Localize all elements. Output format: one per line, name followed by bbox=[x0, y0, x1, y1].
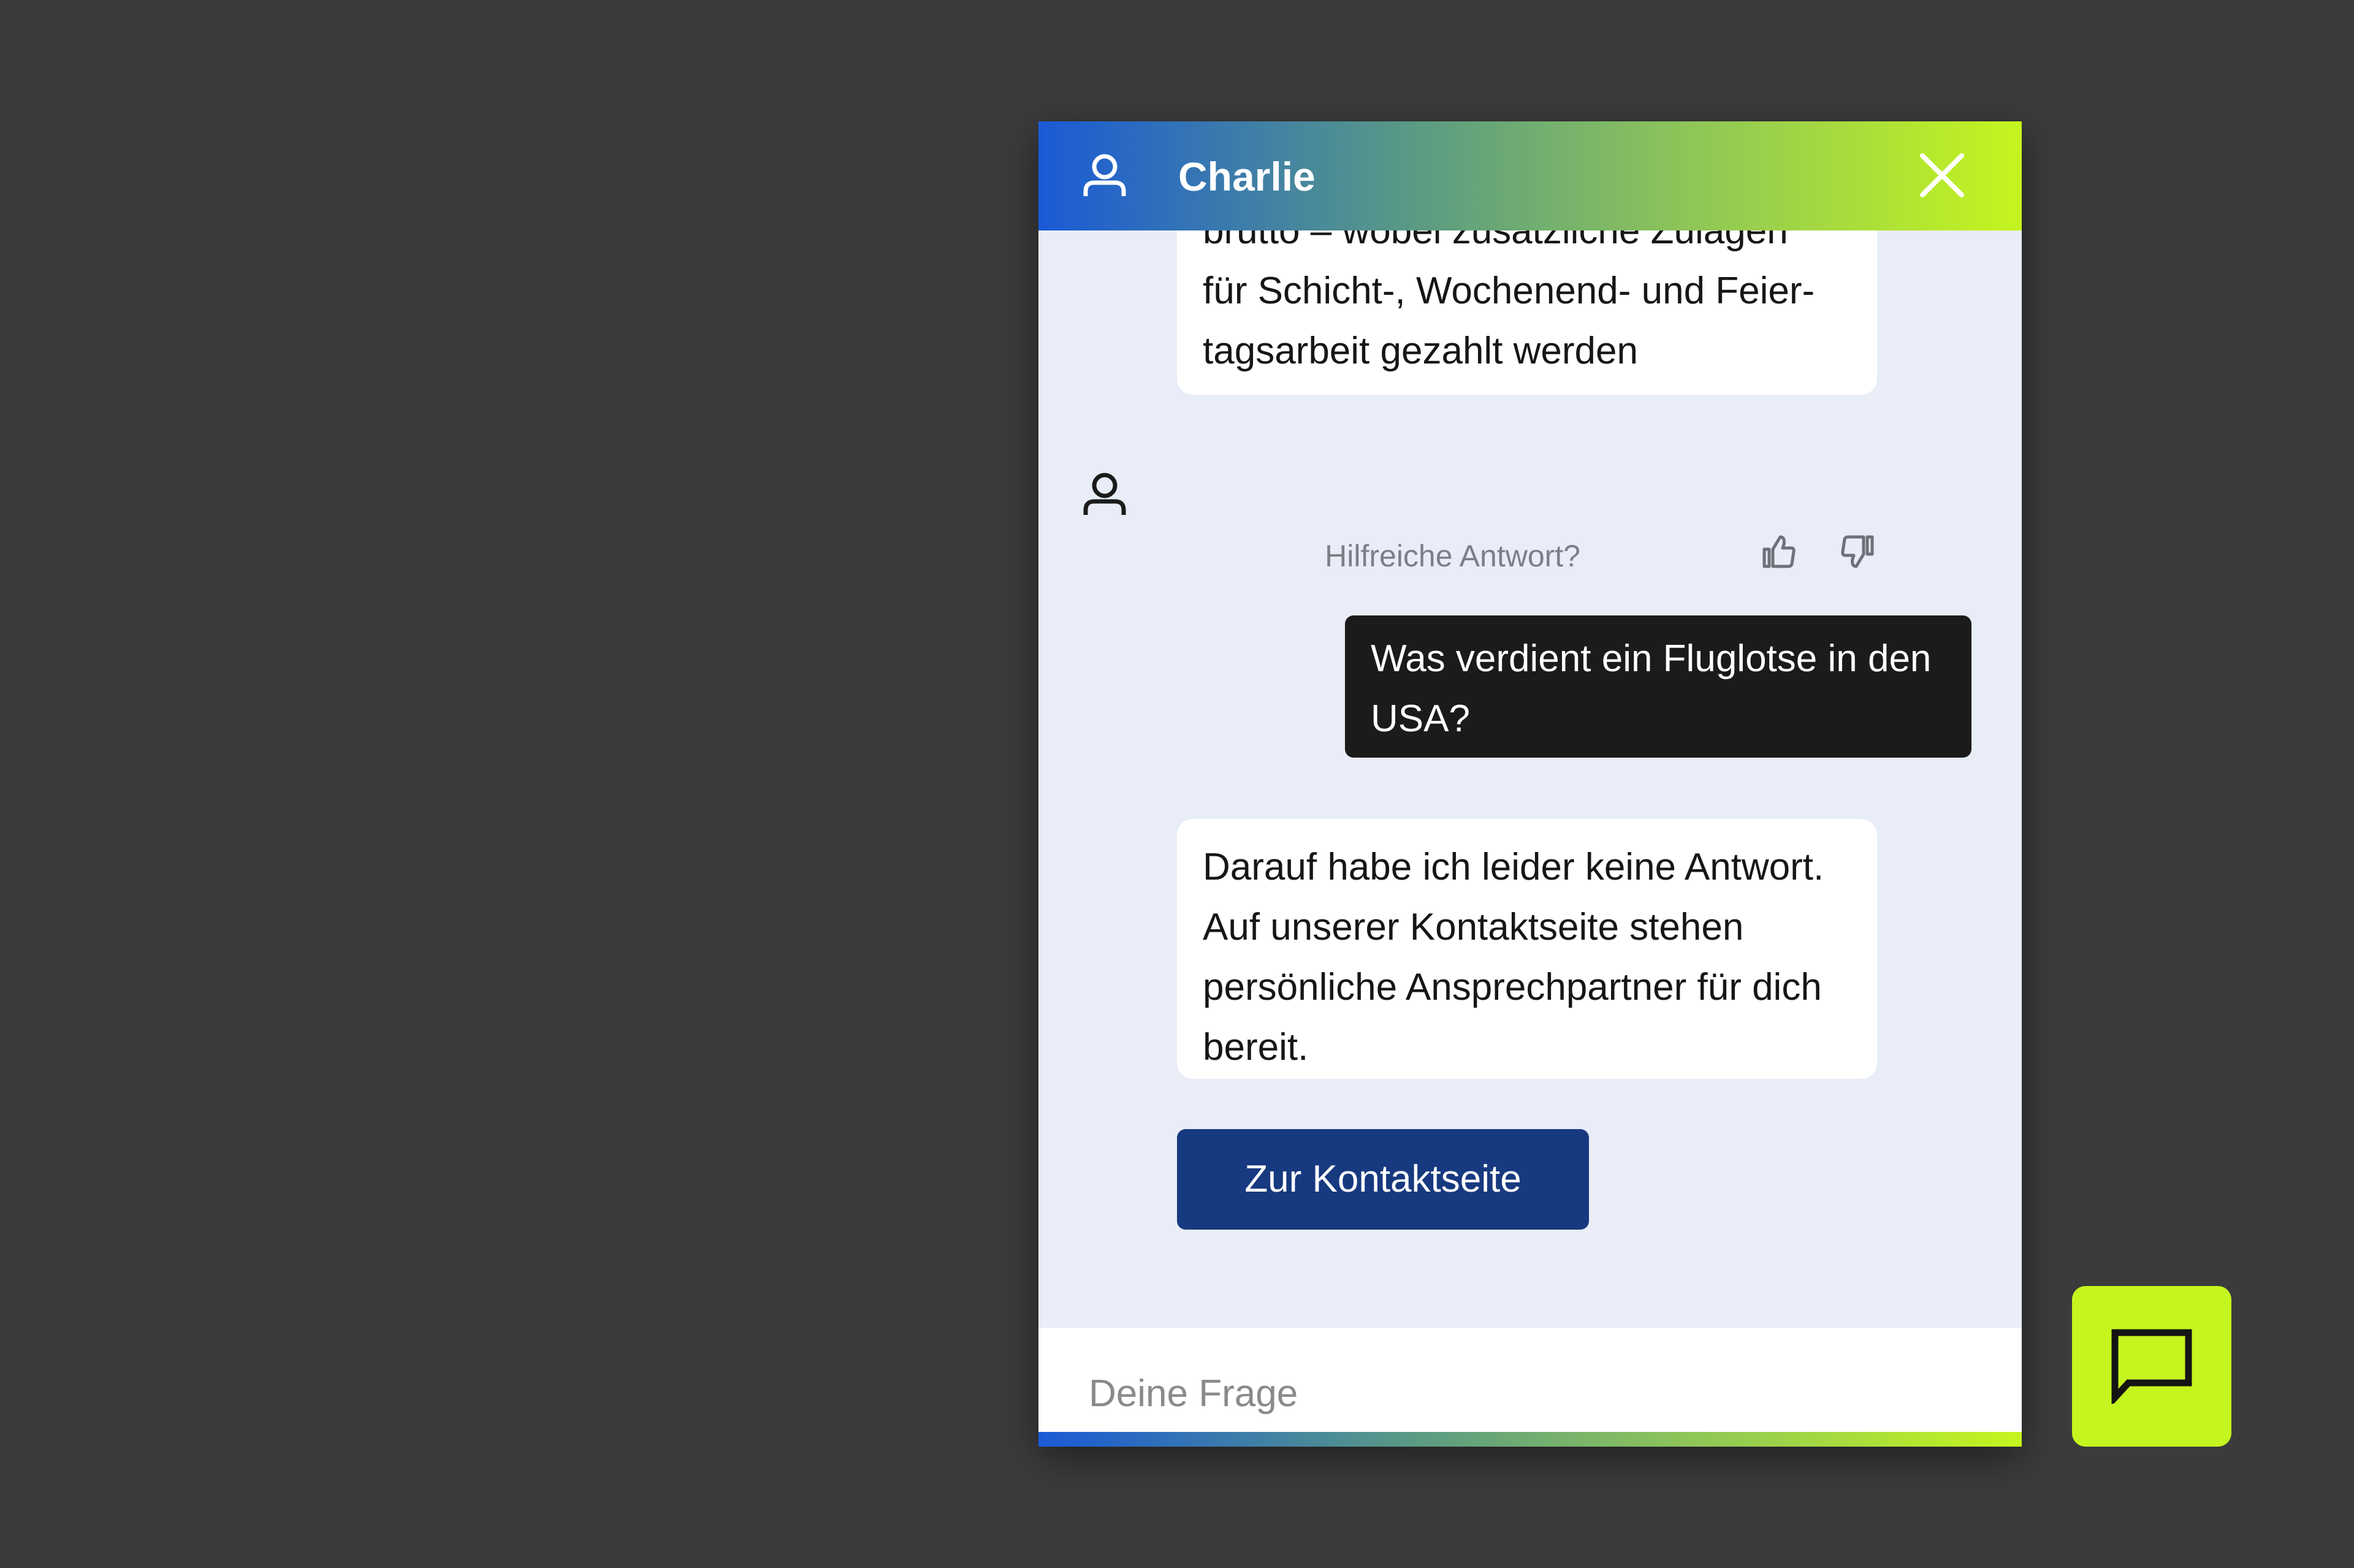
thumbs-up-icon[interactable] bbox=[1762, 533, 1796, 570]
bot-message-line: brutto – wobei zusätzliche Zulagen bbox=[1203, 230, 1788, 252]
chat-launcher-button[interactable] bbox=[2072, 1286, 2231, 1447]
user-icon bbox=[1083, 473, 1126, 515]
gradient-bar bbox=[1038, 1432, 2022, 1447]
chat-title: Charlie bbox=[1178, 154, 1316, 199]
bot-message: Darauf habe ich leider keine Ant­wort. A… bbox=[1177, 819, 1877, 1079]
bot-message-line: für Schicht-, Wochenend- und Feier- bbox=[1203, 270, 1815, 312]
chat-window: Charlie brutto – wobei zusätzliche Zulag… bbox=[1038, 121, 2022, 1447]
question-input[interactable] bbox=[1089, 1366, 1824, 1421]
user-message: Was verdient ein Fluglotse in den USA? bbox=[1345, 615, 1971, 758]
feedback-label: Hilfreiche Antwort? bbox=[1325, 539, 1580, 573]
feedback-row: Hilfreiche Antwort? bbox=[1038, 533, 1878, 576]
user-icon bbox=[1083, 154, 1126, 196]
message-list[interactable]: brutto – wobei zusätzliche Zulagen für S… bbox=[1038, 230, 2022, 1328]
contact-page-button[interactable]: Zur Kontaktseite bbox=[1177, 1129, 1589, 1230]
chat-bubble-icon bbox=[2111, 1329, 2192, 1404]
bot-message: brutto – wobei zusätzliche Zulagen für S… bbox=[1177, 230, 1877, 395]
bot-message-line: tagsarbeit gezahlt werden bbox=[1203, 330, 1639, 372]
input-area bbox=[1038, 1328, 2022, 1432]
close-icon[interactable] bbox=[1919, 152, 1965, 199]
chat-header: Charlie bbox=[1038, 121, 2022, 230]
thumbs-down-icon[interactable] bbox=[1840, 533, 1875, 570]
